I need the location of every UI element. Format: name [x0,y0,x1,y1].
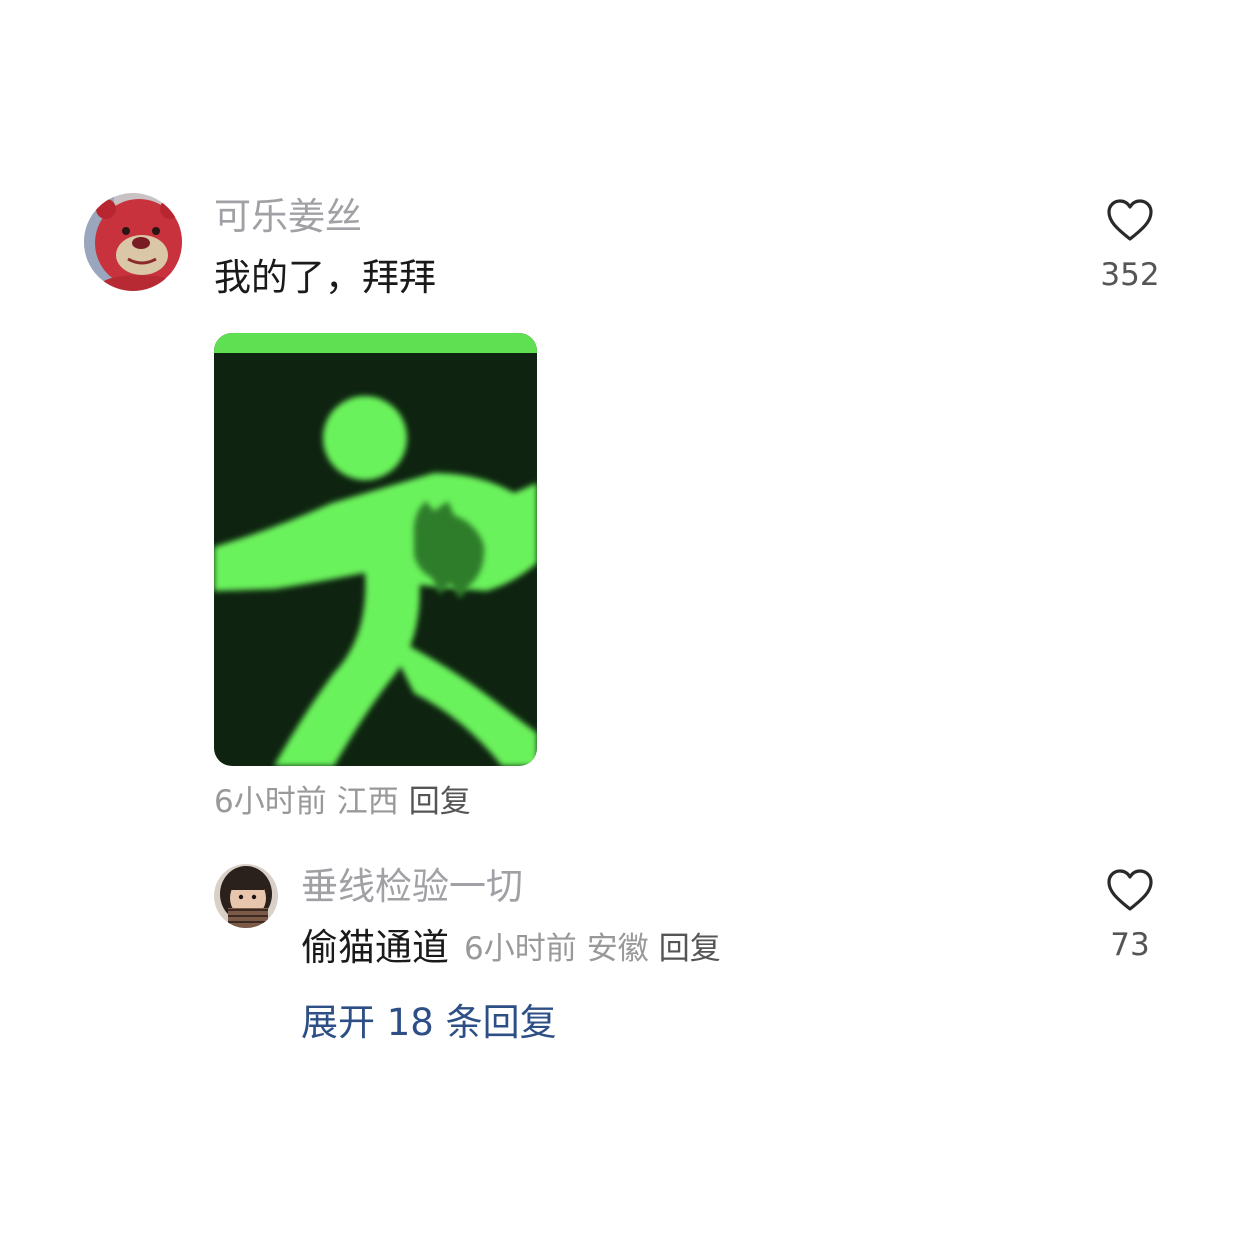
like-heart-icon[interactable] [1106,198,1154,242]
comment-meta: 6小时前 江西 回复 [214,781,481,823]
girl-avatar-icon [214,864,278,928]
reply-meta: 6小时前 安徽 回复 [464,928,731,970]
comment-time: 6小时前 [214,784,327,820]
comment-thread: 可乐姜丝 我的了，拜拜 352 6小时前 江西 回复 垂线检验一切 偷猫通道 6… [0,0,1242,1242]
reply-time: 6小时前 [464,931,577,967]
sticker-image[interactable] [214,333,537,766]
strawberry-bear-icon [84,193,182,291]
comment-text: 我的了，拜拜 [214,256,436,299]
like-count: 352 [1100,257,1160,293]
green-running-exit-sign-icon [214,333,537,766]
reply-location: 安徽 [586,931,649,967]
reply-like-count: 73 [1110,927,1150,963]
comment-location: 江西 [336,784,399,820]
reply-to-reply-button[interactable]: 回复 [659,931,721,967]
reply-button[interactable]: 回复 [409,784,471,820]
reply-text: 偷猫通道 [301,926,449,969]
avatar[interactable] [84,193,182,291]
reply-username[interactable]: 垂线检验一切 [301,864,523,910]
reply-avatar[interactable] [214,864,278,928]
reply-like-heart-icon[interactable] [1106,868,1154,912]
expand-replies-button[interactable]: 展开 18 条回复 [301,1000,557,1046]
comment-username[interactable]: 可乐姜丝 [214,194,362,240]
